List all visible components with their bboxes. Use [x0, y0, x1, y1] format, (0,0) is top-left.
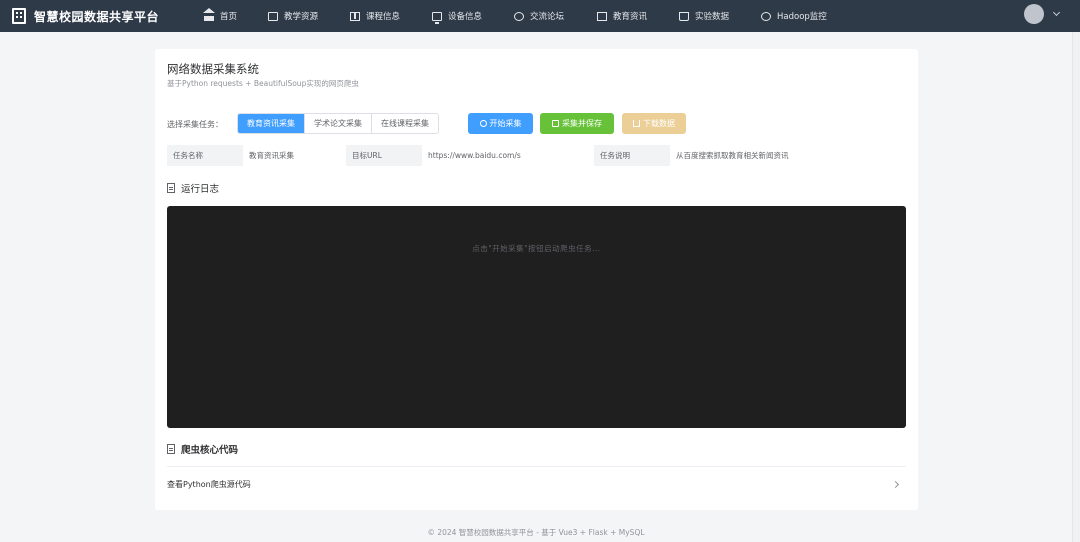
chevron-right-icon [891, 480, 900, 488]
brand-title: 智慧校园数据共享平台 [34, 9, 160, 24]
folder-icon [268, 11, 278, 21]
task-desc-value: 从百度搜索抓取教育相关新闻资讯 [670, 145, 906, 166]
nav-item-education-news[interactable]: 教育资讯 [597, 0, 647, 32]
task-info-table: 任务名称 教育资讯采集 目标URL https://www.baidu.com/… [167, 145, 906, 166]
nav-item-label: 教学资源 [284, 12, 319, 22]
task-name-value: 教育资讯采集 [243, 145, 346, 166]
nav-item-label: 课程信息 [366, 12, 401, 22]
task-name-key: 任务名称 [167, 145, 243, 166]
target-url-value: https://www.baidu.com/s [422, 145, 594, 166]
avatar[interactable] [1024, 4, 1044, 24]
play-circle-icon [479, 120, 487, 127]
page-scrollbar[interactable] [1072, 32, 1080, 542]
nav-item-label: Hadoop监控 [777, 12, 827, 22]
gauge-icon [761, 11, 771, 21]
code-section-title: 爬虫核心代码 [167, 442, 238, 456]
nav-item-label: 实验数据 [695, 12, 730, 22]
book-icon [350, 11, 360, 21]
page-title: 网络数据采集系统 [167, 62, 259, 76]
collapse-label: 查看Python爬虫源代码 [167, 479, 251, 489]
nav-item-course-info[interactable]: 课程信息 [350, 0, 400, 32]
log-console[interactable]: 点击"开始采集"按钮启动爬虫任务... [167, 206, 906, 428]
brand[interactable]: 智慧校园数据共享平台 [12, 8, 197, 25]
cart-icon [679, 11, 689, 21]
task-option-education-news[interactable]: 教育资讯采集 [238, 114, 305, 133]
home-icon [203, 7, 215, 21]
nav-item-hadoop-monitor[interactable]: Hadoop监控 [761, 0, 827, 32]
log-title: 运行日志 [181, 184, 220, 195]
download-icon [633, 120, 640, 127]
footer: © 2024 智慧校园数据共享平台 - 基于 Vue3 + Flask + My… [427, 528, 645, 537]
nav-item-label: 教育资讯 [613, 12, 648, 22]
nav-item-label: 首页 [220, 12, 238, 22]
divider [167, 466, 906, 467]
nav-item-teaching-resources[interactable]: 教学资源 [268, 0, 318, 32]
task-select-label: 选择采集任务： [167, 120, 223, 129]
crawl-and-save-label: 采集并保存 [562, 119, 602, 128]
chevron-down-icon[interactable] [1052, 8, 1061, 17]
task-option-online-courses[interactable]: 在线课程采集 [372, 114, 438, 133]
task-option-academic-papers[interactable]: 学术论文采集 [305, 114, 372, 133]
document-icon [167, 183, 175, 193]
top-navbar: 智慧校园数据共享平台 首页 教学资源 课程信息 设备信息 交流论坛 教育资讯 实… [0, 0, 1080, 32]
page-subtitle: 基于Python requests + BeautifulSoup实现的网页爬虫 [167, 79, 359, 88]
task-desc-key: 任务说明 [594, 145, 670, 166]
nav-item-home[interactable]: 首页 [203, 0, 238, 32]
chat-icon [514, 11, 524, 21]
nav-item-label: 交流论坛 [530, 12, 565, 22]
download-data-button[interactable]: 下载数据 [622, 113, 686, 134]
task-segmented-control: 教育资讯采集 学术论文采集 在线课程采集 [237, 113, 439, 134]
start-crawl-label: 开始采集 [489, 119, 522, 128]
nav-item-forum[interactable]: 交流论坛 [514, 0, 564, 32]
target-url-key: 目标URL [346, 145, 422, 166]
code-title: 爬虫核心代码 [181, 445, 239, 456]
log-section-title: 运行日志 [167, 181, 219, 195]
nav-item-label: 设备信息 [448, 12, 483, 22]
document-icon [597, 11, 607, 21]
start-crawl-button[interactable]: 开始采集 [468, 113, 533, 134]
nav-item-experiment-data[interactable]: 实验数据 [679, 0, 729, 32]
crawler-card: 网络数据采集系统 基于Python requests + BeautifulSo… [155, 49, 918, 510]
nav-item-device-info[interactable]: 设备信息 [432, 0, 482, 32]
document-icon [167, 444, 175, 454]
download-data-label: 下载数据 [643, 119, 675, 128]
crawl-and-save-button[interactable]: 采集并保存 [540, 113, 614, 134]
source-code-collapse[interactable]: 查看Python爬虫源代码 [167, 473, 906, 495]
monitor-icon [432, 11, 442, 24]
log-placeholder: 点击"开始采集"按钮启动爬虫任务... [472, 244, 601, 253]
building-icon [12, 8, 26, 24]
save-icon [552, 120, 559, 127]
